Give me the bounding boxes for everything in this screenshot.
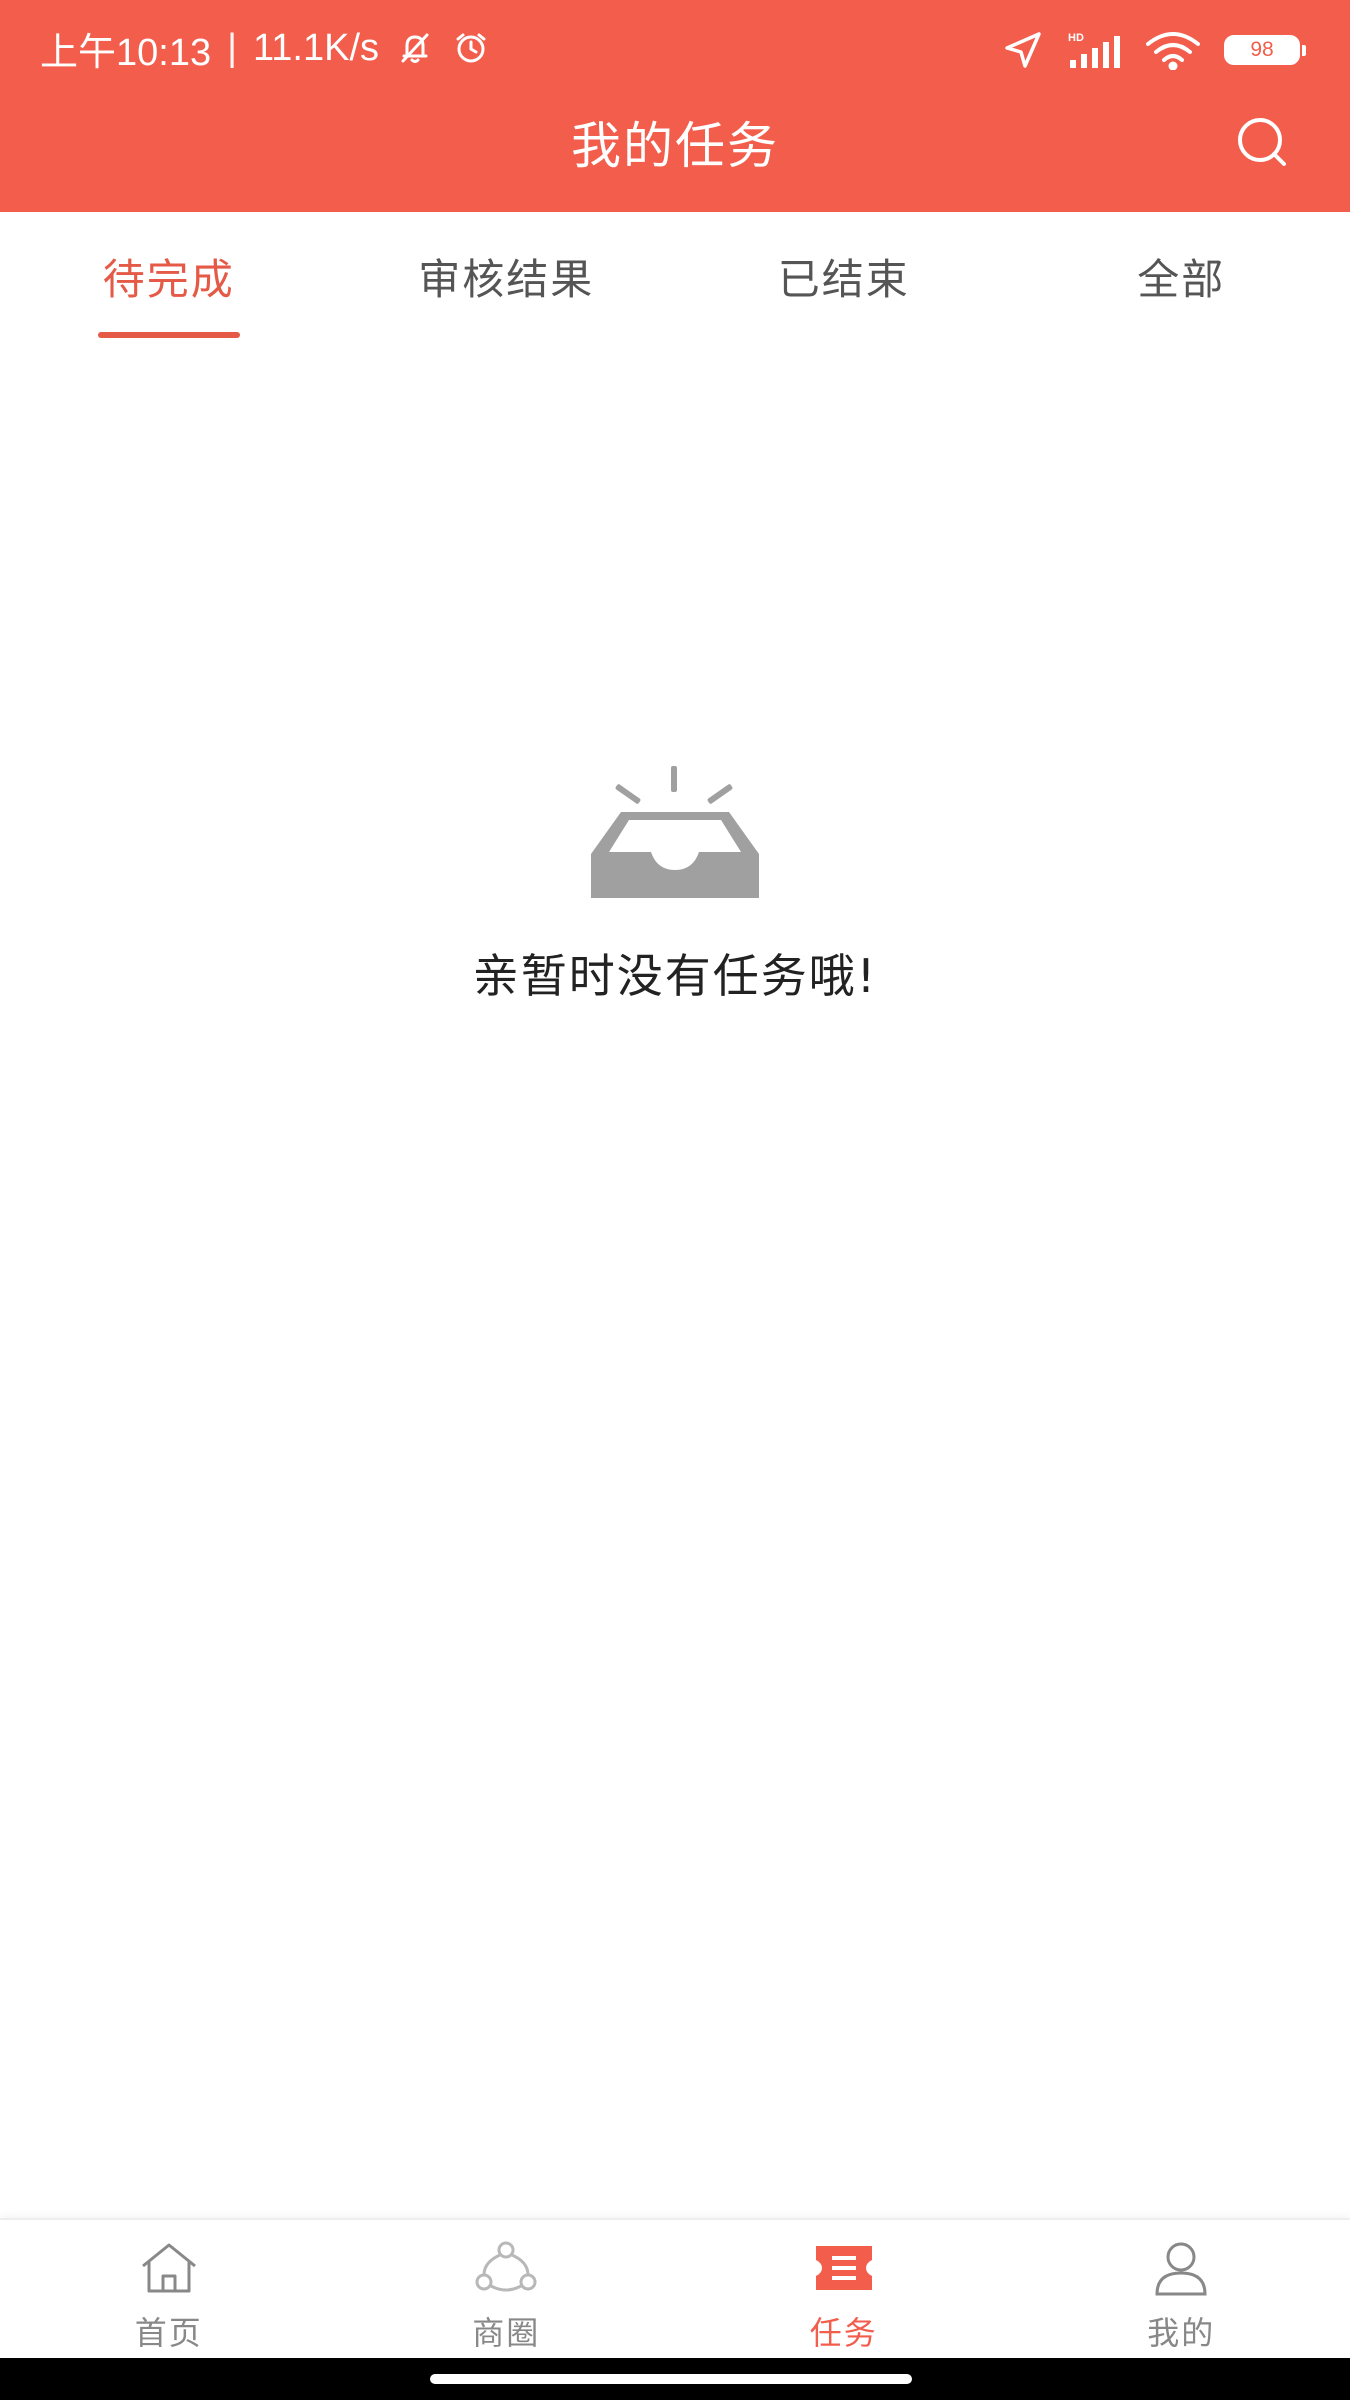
- alarm-clock-icon: [451, 28, 491, 68]
- nav-item-profile[interactable]: 我的: [1013, 2220, 1350, 2360]
- svg-text:HD: HD: [1068, 32, 1084, 44]
- task-ticket-icon: [812, 2240, 876, 2296]
- tab-pending[interactable]: 待完成: [0, 212, 338, 340]
- profile-icon: [1149, 2240, 1213, 2296]
- status-left: 上午10:13 | 11.1K/s: [40, 20, 491, 76]
- network-speed: 11.1K/s: [252, 26, 380, 69]
- nav-label: 首页: [134, 2314, 203, 2352]
- bell-off-icon: [395, 28, 435, 68]
- nav-label: 商圈: [472, 2314, 541, 2352]
- gesture-bar: [0, 2358, 1350, 2400]
- tab-review-results[interactable]: 审核结果: [338, 212, 676, 340]
- header: 上午10:13 | 11.1K/s HD 98 我的任务: [0, 0, 1350, 212]
- network-icon: [474, 2240, 538, 2296]
- home-icon: [137, 2240, 201, 2296]
- tab-label: 待完成: [102, 255, 235, 304]
- page-title: 我的任务: [571, 117, 779, 175]
- tab-label: 全部: [1137, 255, 1226, 304]
- empty-message: 亲暂时没有任务哦!: [472, 949, 878, 1003]
- search-button[interactable]: [1230, 110, 1294, 174]
- nav-item-business-circle[interactable]: 商圈: [338, 2220, 676, 2360]
- tab-label: 已结束: [777, 255, 910, 304]
- nav-item-home[interactable]: 首页: [0, 2220, 338, 2360]
- bottom-nav: 首页 商圈 任务 我的: [0, 2218, 1350, 2360]
- app-page: 上午10:13 | 11.1K/s HD 98 我的任务 待完成 审核结果 已结…: [0, 0, 1350, 2400]
- nav-label: 任务: [809, 2314, 878, 2352]
- location-arrow-icon: [1002, 29, 1044, 71]
- tab-label: 审核结果: [418, 255, 595, 304]
- search-icon: [1232, 112, 1292, 172]
- status-right: HD 98: [1002, 22, 1306, 78]
- wifi-icon: [1144, 30, 1202, 70]
- hd-signal-icon: HD: [1066, 30, 1122, 70]
- nav-item-tasks[interactable]: 任务: [675, 2220, 1013, 2360]
- tab-ended[interactable]: 已结束: [675, 212, 1013, 340]
- tab-bar: 待完成 审核结果 已结束 全部: [0, 212, 1350, 340]
- nav-label: 我的: [1147, 2314, 1216, 2352]
- tab-all[interactable]: 全部: [1013, 212, 1350, 340]
- active-tab-indicator: [97, 332, 240, 338]
- battery-indicator: 98: [1224, 35, 1306, 65]
- empty-inbox-icon: [575, 760, 775, 900]
- empty-state: 亲暂时没有任务哦!: [0, 760, 1350, 1006]
- status-bar: 上午10:13 | 11.1K/s HD 98: [0, 0, 1350, 96]
- status-time: 上午10:13: [40, 31, 212, 74]
- title-bar: 我的任务: [0, 96, 1350, 212]
- status-separator: |: [227, 26, 237, 69]
- home-indicator[interactable]: [430, 2374, 912, 2384]
